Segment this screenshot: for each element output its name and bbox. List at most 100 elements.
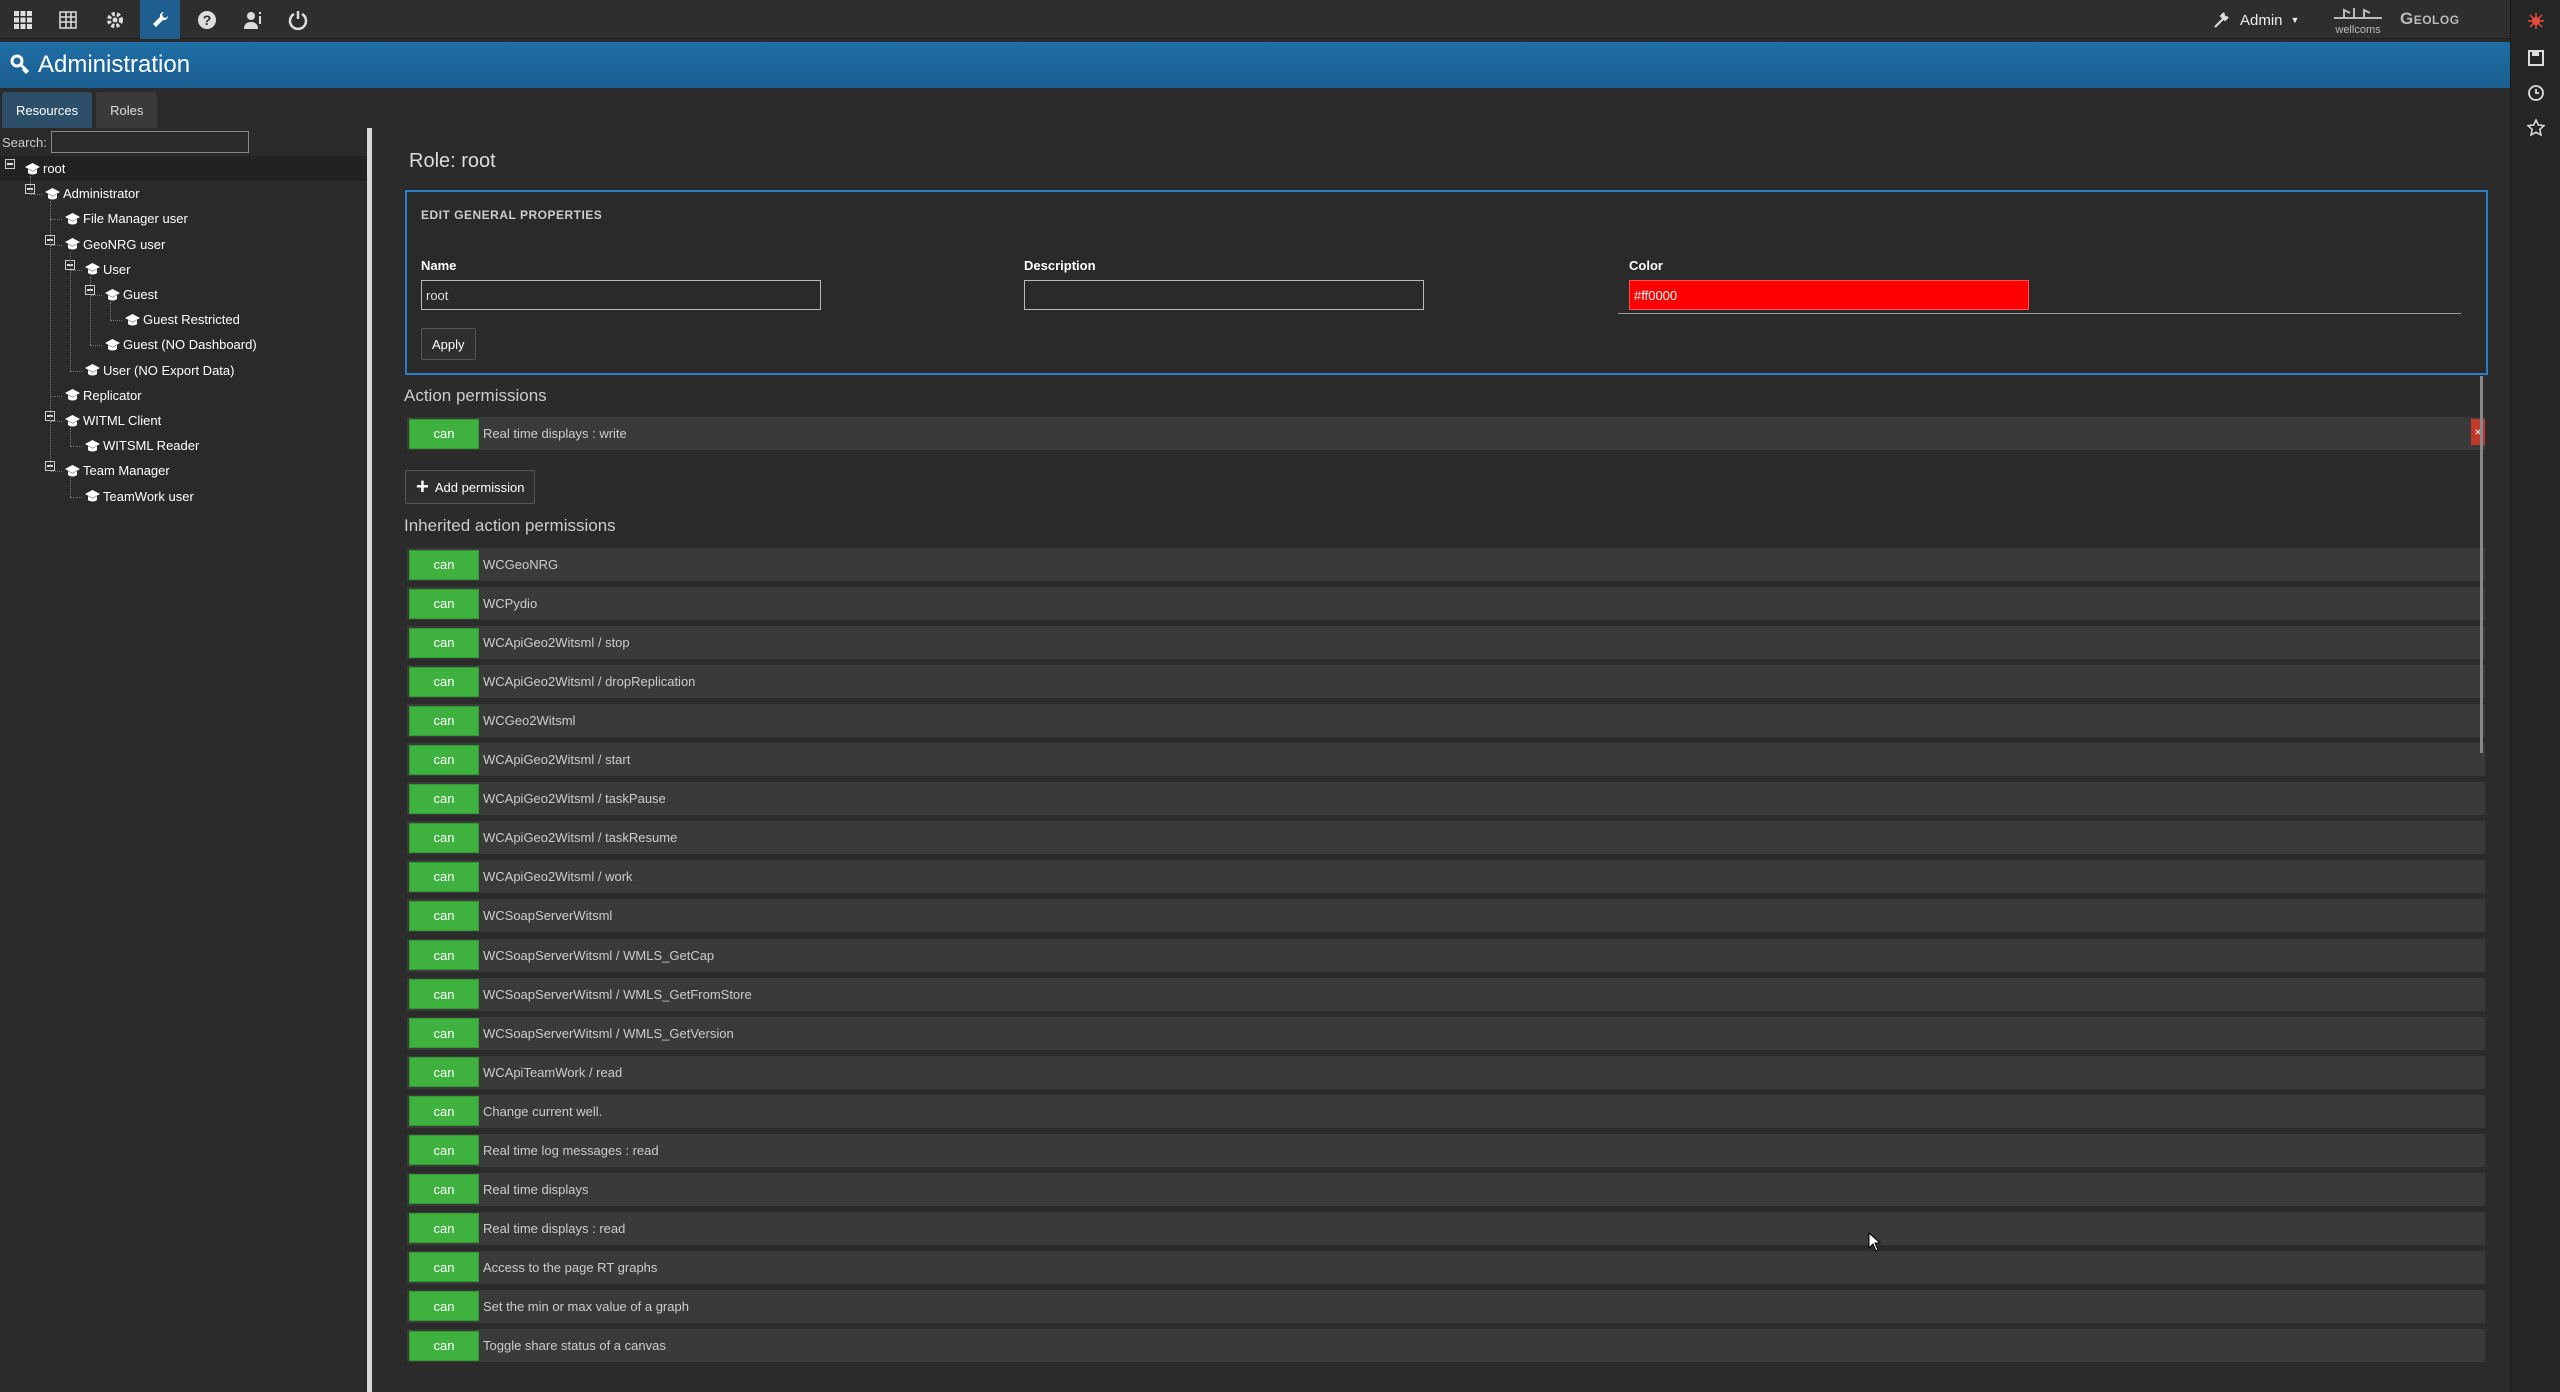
can-badge[interactable]: can (409, 783, 479, 814)
can-badge[interactable]: can (409, 1252, 479, 1283)
sidebar: Search: root Administrator File Manager us… (0, 128, 372, 1392)
inherited-permission-row: can Real time displays (407, 1172, 2485, 1209)
gear-icon[interactable] (95, 0, 135, 39)
can-badge[interactable]: can (409, 1174, 479, 1205)
can-badge[interactable]: can (409, 744, 479, 775)
can-badge[interactable]: can (409, 1330, 479, 1361)
can-badge[interactable]: can (409, 666, 479, 697)
can-badge[interactable]: can (409, 979, 479, 1010)
inherited-permission-row: can WCPydio (407, 587, 2485, 624)
tree-node[interactable]: File Manager user (64, 206, 188, 231)
description-field-group: Description (1024, 258, 1424, 310)
tree-node[interactable]: User (NO Export Data) (84, 358, 234, 383)
name-field[interactable] (421, 280, 821, 310)
star-icon[interactable] (2525, 117, 2547, 139)
wrench-icon[interactable] (140, 0, 180, 39)
can-badge[interactable]: can (409, 705, 479, 736)
inherited-permission-row: can WCApiGeo2Witsml / taskResume (407, 821, 2485, 858)
user-info-icon[interactable] (233, 0, 273, 39)
graduation-cap-icon (84, 489, 101, 503)
tree-node[interactable]: Guest (NO Dashboard) (104, 332, 257, 357)
role-title: Role: root (409, 150, 496, 172)
can-badge[interactable]: can (409, 549, 479, 580)
add-permission-button[interactable]: + Add permission (405, 470, 536, 504)
save-icon[interactable] (2525, 47, 2547, 69)
admin-header: Administration (0, 42, 2510, 88)
inherited-permission-row: can Toggle share status of a canvas (407, 1329, 2485, 1365)
tree-node-label: User (103, 261, 131, 277)
tree-node[interactable]: Guest Restricted (124, 307, 240, 332)
tree-connector (50, 421, 62, 422)
scrollbar[interactable] (2480, 376, 2483, 753)
collapse-toggle[interactable] (5, 159, 15, 169)
tree-connector (50, 395, 62, 397)
apps-grid-icon[interactable] (3, 0, 43, 39)
tree-node[interactable]: TeamWork user (84, 484, 194, 509)
tree-connector (90, 345, 102, 347)
permission-text: WCApiTeamWork / read (483, 1064, 623, 1080)
mouse-cursor-icon (1868, 1232, 1882, 1252)
tree-node[interactable]: root (0, 156, 367, 181)
can-badge[interactable]: can (409, 822, 479, 853)
can-badge[interactable]: can (409, 861, 479, 892)
graduation-cap-icon (84, 363, 101, 377)
tree-node[interactable]: Administrator (44, 181, 140, 206)
permission-text: WCGeoNRG (483, 557, 559, 572)
tree-node[interactable]: GeoNRG user (64, 232, 165, 257)
tab-resources[interactable]: Resources (2, 92, 93, 128)
permission-text: Real time displays : read (483, 1220, 626, 1236)
inherited-permission-row: can WCSoapServerWitsml / WMLS_GetCap (407, 938, 2485, 975)
tree-node[interactable]: Replicator (64, 383, 142, 408)
can-badge[interactable]: can (409, 900, 479, 931)
tree-node-label: Guest (NO Dashboard) (123, 337, 257, 353)
permission-text: Set the min or max value of a graph (483, 1298, 689, 1314)
permission-text: WCApiGeo2Witsml / dropReplication (483, 674, 696, 690)
permission-text: WCSoapServerWitsml / WMLS_GetFromStore (483, 986, 752, 1002)
geolog-logo: Geolog (2400, 9, 2460, 28)
can-badge[interactable]: can (409, 1096, 479, 1127)
apply-button[interactable]: Apply (421, 328, 476, 360)
tree-guide-line (110, 302, 111, 321)
admin-user-menu[interactable]: Admin ▼ (2212, 8, 2299, 32)
can-badge[interactable]: can (409, 1135, 479, 1166)
tree-node-label: WITML Client (83, 413, 162, 428)
can-badge[interactable]: can (409, 1018, 479, 1049)
inherited-permission-row: can WCApiGeo2Witsml / work (407, 860, 2485, 897)
color-field[interactable] (1629, 280, 2029, 310)
graduation-cap-icon (84, 262, 101, 276)
power-icon[interactable] (278, 0, 318, 39)
can-badge[interactable]: can (409, 627, 479, 658)
tools-icon (2214, 12, 2229, 28)
can-badge[interactable]: can (409, 940, 479, 970)
search-label: Search: (2, 134, 47, 150)
tree-node[interactable]: Team Manager (64, 458, 170, 483)
permission-text: Real time displays (483, 1181, 589, 1197)
clock-icon[interactable] (2525, 82, 2547, 104)
bug-icon[interactable] (2525, 10, 2547, 32)
edit-general-properties: EDIT GENERAL PROPERTIES Name Description… (405, 190, 2488, 375)
tab-roles[interactable]: Roles (96, 92, 158, 128)
inherited-permission-row: can WCApiGeo2Witsml / dropReplication (407, 665, 2485, 702)
tree-connector (30, 194, 42, 196)
tree-node[interactable]: WITML Client (64, 408, 161, 433)
can-badge[interactable]: can (409, 1213, 479, 1244)
tree-connector (50, 219, 62, 221)
layout-grid-icon[interactable] (48, 0, 88, 39)
can-badge[interactable]: can (409, 1291, 479, 1322)
action-permissions-title: Action permissions (404, 386, 547, 405)
search-input[interactable] (50, 131, 249, 153)
tree-node[interactable]: Guest (104, 282, 158, 307)
help-icon[interactable]: ? (187, 0, 227, 39)
tree-guide-line (30, 176, 31, 195)
description-field[interactable] (1024, 280, 1424, 310)
tree-guide-line (70, 478, 71, 497)
graduation-cap-icon (64, 237, 81, 251)
can-badge[interactable]: can (409, 588, 479, 619)
can-badge[interactable]: can (409, 1057, 479, 1088)
tree-node-label: Guest (123, 287, 158, 302)
tree-node-label: Guest Restricted (143, 312, 240, 328)
description-label: Description (1024, 258, 1096, 273)
tree-node[interactable]: WITSML Reader (84, 433, 199, 458)
can-badge[interactable]: can (409, 418, 479, 449)
inherited-permissions-title: Inherited action permissions (404, 516, 616, 535)
